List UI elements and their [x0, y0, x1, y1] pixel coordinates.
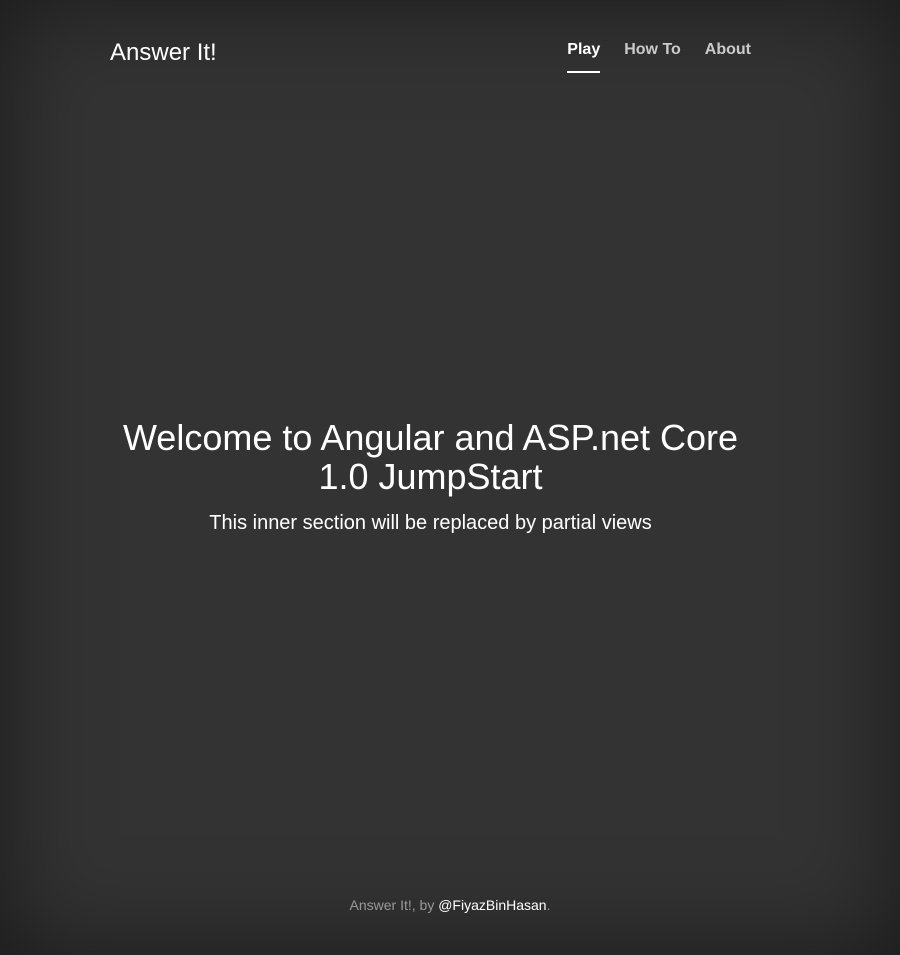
author-link[interactable]: @FiyazBinHasan — [438, 897, 546, 913]
nav-link-play[interactable]: Play — [567, 40, 601, 73]
cover-lead: This inner section will be replaced by p… — [209, 512, 652, 534]
footer: Answer It!, by @FiyazBinHasan. — [0, 895, 900, 915]
footer-suffix: . — [546, 897, 551, 913]
footer-prefix: Answer It!, by — [349, 897, 439, 913]
nav-link-about[interactable]: About — [705, 40, 751, 73]
brand-title: Answer It! — [110, 39, 217, 66]
cover-heading: Welcome to Angular and ASP.net Core 1.0 … — [122, 417, 739, 497]
nav-link-how-to[interactable]: How To — [624, 40, 681, 73]
masthead: Answer It! Play How To About — [110, 0, 751, 100]
cover-section: Welcome to Angular and ASP.net Core 1.0 … — [110, 418, 751, 537]
main-nav: Play How To About — [567, 40, 751, 73]
